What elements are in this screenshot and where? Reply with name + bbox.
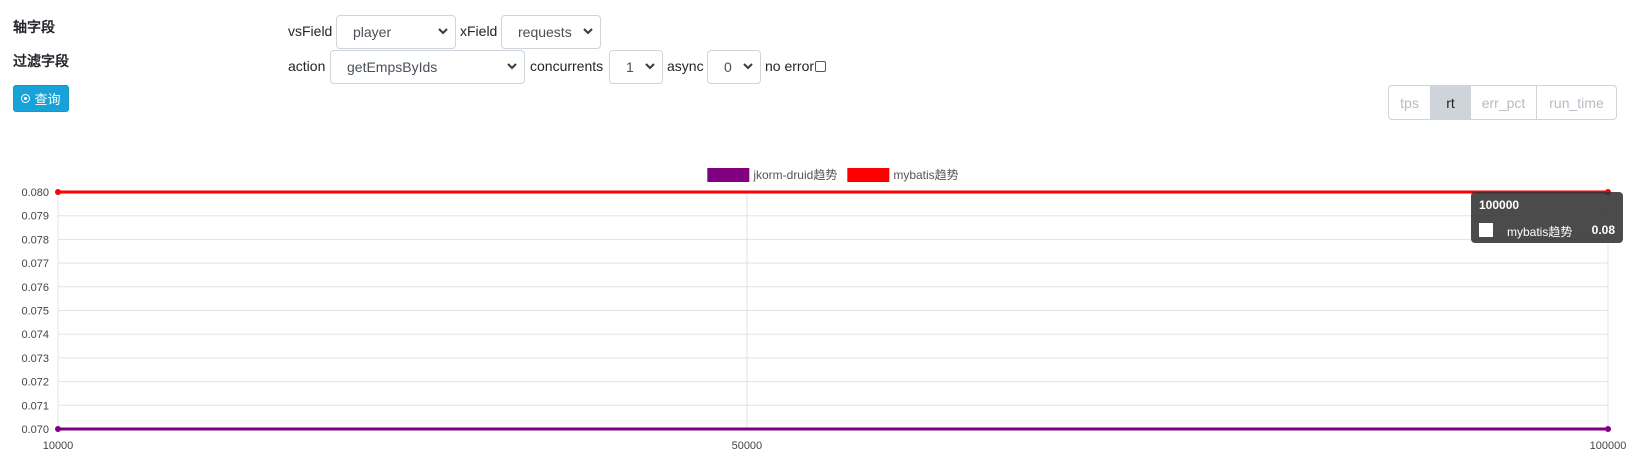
y-tick-label: 0.080 — [21, 187, 49, 199]
y-tick-label: 0.074 — [21, 329, 49, 341]
y-tick-label: 0.072 — [21, 377, 49, 389]
y-tick-label: 0.073 — [21, 353, 49, 365]
x-tick-label: 50000 — [732, 440, 763, 452]
legend-label-0: jkorm-druid趋势 — [752, 168, 837, 182]
tooltip-swatch — [1479, 223, 1493, 237]
chevron-down-icon — [507, 63, 517, 70]
chevron-down-icon — [583, 28, 593, 35]
y-tick-label: 0.070 — [21, 424, 49, 436]
query-button[interactable]: 查询 — [13, 85, 69, 112]
xfield-select[interactable]: requests — [501, 15, 601, 49]
rt-line-chart: 0.070 0.071 0.072 0.073 0.074 0.075 0.076 0.077… — [21, 168, 1627, 452]
vsfield-label: vsField — [288, 23, 333, 39]
tooltip-title: 100000 — [1479, 198, 1520, 212]
legend-label-1: mybatis趋势 — [893, 168, 958, 182]
concurrents-select[interactable]: 1 — [609, 50, 663, 84]
y-tick-label: 0.075 — [21, 306, 49, 318]
async-select[interactable]: 0 — [707, 50, 761, 84]
async-label: async — [667, 58, 704, 74]
vsfield-select[interactable]: player — [336, 15, 456, 49]
y-tick-label: 0.071 — [21, 400, 49, 412]
series-point-0 — [55, 426, 61, 432]
xfield-label: xField — [460, 23, 498, 39]
y-tick-label: 0.077 — [21, 258, 49, 270]
x-tick-label: 10000 — [43, 440, 74, 452]
legend-item-1: mybatis趋势 — [847, 168, 959, 182]
y-tick-label: 0.078 — [21, 234, 49, 246]
tooltip-series-name: mybatis趋势 — [1507, 225, 1573, 239]
chevron-down-icon — [743, 63, 753, 70]
tooltip-value: 0.08 — [1591, 223, 1615, 237]
tab-tps[interactable]: tps — [1389, 86, 1431, 119]
circle-dot-icon — [21, 94, 31, 103]
action-select[interactable]: getEmpsByIds — [330, 50, 525, 84]
x-tick-label: 100000 — [1590, 440, 1627, 452]
chevron-down-icon — [438, 28, 448, 35]
chart-tooltip: 100000 mybatis趋势 0.08 — [1471, 192, 1623, 243]
axis-field-label: 轴字段 — [13, 19, 55, 35]
chevron-down-icon — [645, 63, 655, 70]
no-error-label: no error — [765, 58, 815, 74]
metric-tabs: tps rt err_pct run_time — [1388, 85, 1617, 120]
y-tick-label: 0.076 — [21, 282, 49, 294]
legend-item-0: jkorm-druid趋势 — [707, 168, 837, 182]
concurrents-label: concurrents — [530, 58, 604, 74]
action-label: action — [288, 58, 326, 74]
legend-swatch-0 — [707, 168, 750, 182]
y-tick-label: 0.079 — [21, 211, 49, 223]
no-error-checkbox[interactable] — [815, 61, 826, 72]
tab-run-time[interactable]: run_time — [1537, 86, 1616, 119]
query-button-label: 查询 — [34, 92, 61, 107]
series-point-0 — [1605, 426, 1611, 432]
filter-field-label: 过滤字段 — [13, 53, 69, 69]
legend-swatch-1 — [847, 168, 890, 182]
tab-err-pct[interactable]: err_pct — [1471, 86, 1537, 119]
tab-rt[interactable]: rt — [1431, 86, 1471, 119]
series-point-1 — [55, 189, 61, 195]
